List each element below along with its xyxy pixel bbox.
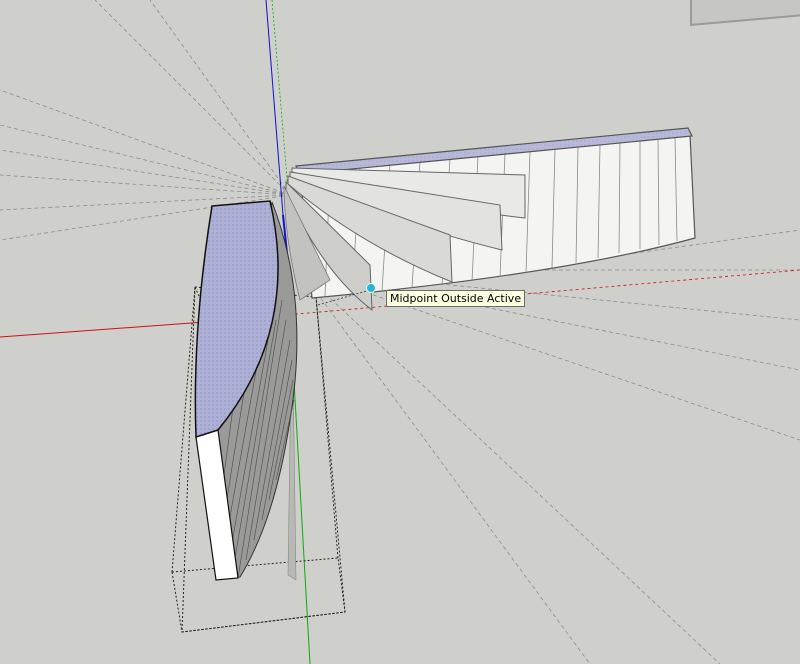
model-scene[interactable] (0, 0, 800, 664)
inference-guide-lines (0, 0, 800, 664)
inference-tooltip: Midpoint Outside Active (386, 290, 526, 307)
curved-slab-left[interactable] (194, 200, 298, 581)
model-viewport[interactable]: Midpoint Outside Active (0, 0, 800, 664)
fanned-copies[interactable] (283, 167, 526, 581)
tooltip-text: Midpoint Outside Active (390, 292, 522, 305)
midpoint-marker (366, 283, 376, 293)
